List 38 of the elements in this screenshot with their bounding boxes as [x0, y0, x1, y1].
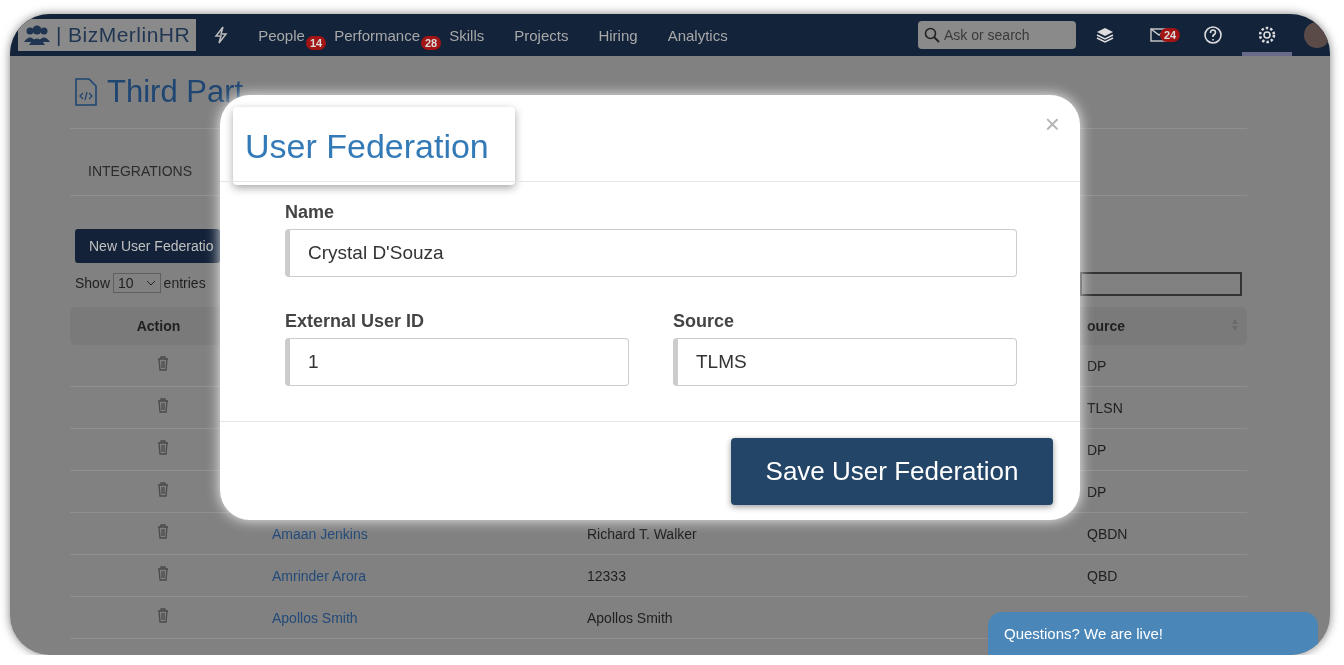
table-cell: TLSN [1087, 399, 1123, 416]
count-badge: 24 [1160, 28, 1181, 42]
table-cell: Apollos Smith [587, 609, 673, 626]
input-field[interactable]: Crystal D'Souza [285, 229, 1017, 277]
nav-link[interactable]: Hiring [598, 26, 638, 44]
modal-title: User Federation [245, 126, 489, 166]
logo-text: BizMerlinHR [67, 23, 191, 47]
nav-link[interactable]: Performance [334, 26, 420, 44]
logo[interactable]: | BizMerlinHR [18, 19, 197, 51]
input-field[interactable]: TLMS [673, 338, 1017, 386]
search-field[interactable]: Ask or search [918, 21, 1076, 49]
field-label: External User ID [285, 311, 426, 332]
table-cell: DP [1087, 357, 1107, 374]
entries-label: entries [163, 275, 206, 291]
table-cell: DP [1087, 441, 1107, 458]
table-cell: 12333 [587, 567, 626, 584]
logo-separator: | [56, 23, 62, 47]
table-cell: QBD [1087, 567, 1118, 584]
table-cell: QBDN [1087, 525, 1128, 542]
nav-link[interactable]: People [258, 26, 305, 44]
tab[interactable]: INTEGRATIONS [70, 151, 210, 195]
page-title: Third Part [107, 74, 244, 110]
column-header[interactable]: ource [1087, 318, 1247, 334]
field-label: Name [285, 202, 336, 223]
field-label: Source [673, 311, 736, 332]
table-cell: Richard T. Walker [587, 525, 697, 542]
nav-link[interactable]: Projects [514, 26, 569, 44]
nav-link[interactable]: Skills [449, 26, 485, 44]
input-field[interactable]: 1 [285, 338, 629, 386]
chat-widget[interactable]: Questions? We are live! [988, 612, 1318, 655]
count-badge: 14 [305, 35, 327, 50]
show-label: Show [75, 275, 111, 291]
nav-link[interactable]: Analytics [667, 26, 728, 44]
table-cell: DP [1087, 483, 1107, 500]
count-badge: 28 [421, 35, 442, 50]
page-size-select[interactable]: 10 [113, 273, 161, 293]
save-button[interactable]: Save User Federation [731, 438, 1053, 505]
new-federation-button[interactable]: New User Federatio [75, 229, 220, 263]
